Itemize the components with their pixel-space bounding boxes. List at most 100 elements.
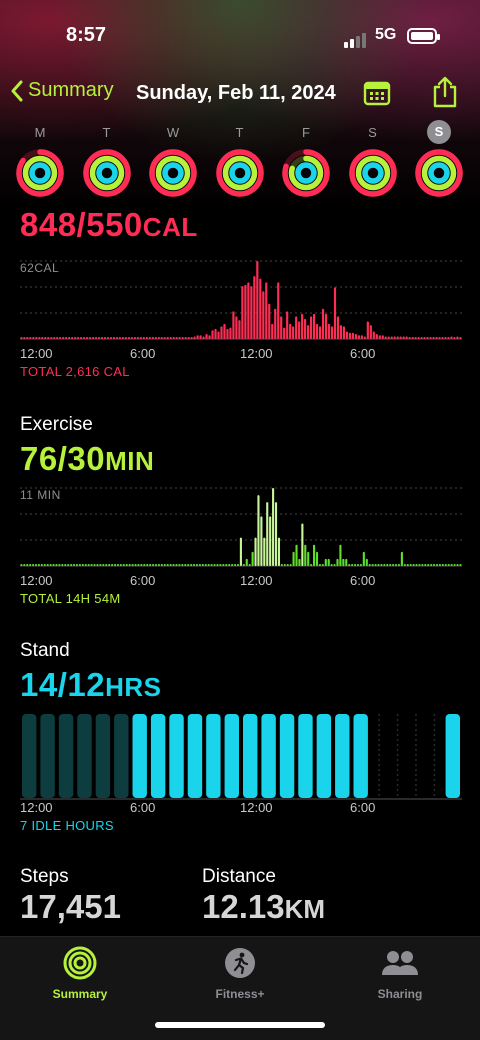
day-label: F [302, 125, 310, 140]
chart-bar [456, 564, 459, 566]
chart-bar [23, 337, 26, 339]
calendar-button[interactable] [363, 79, 391, 112]
chart-bar [37, 564, 40, 566]
chart-bar [59, 337, 62, 339]
tab-sharing[interactable]: Sharing [340, 945, 460, 1001]
page-title: Sunday, Feb 11, 2024 [136, 82, 336, 104]
chart-bar [438, 564, 442, 566]
day-rings-4[interactable]: F [281, 120, 331, 198]
chart-bar [96, 564, 99, 566]
chart-bar [149, 564, 152, 566]
chart-bar [397, 564, 401, 566]
chart-bar [381, 335, 384, 339]
chart-bar [269, 516, 272, 566]
tab-label: Fitness+ [215, 987, 265, 1001]
chart-bar [166, 337, 169, 339]
tab-summary[interactable]: Summary [20, 945, 140, 1001]
chart-bar [304, 544, 307, 566]
chart-bar [196, 335, 199, 339]
chart-bar [315, 551, 319, 566]
chart-bar [453, 337, 456, 339]
chart-bar [438, 337, 441, 339]
chart-bar [172, 337, 175, 339]
chart-bar [77, 337, 80, 339]
chart-bar [262, 291, 265, 339]
chart-bar [351, 564, 354, 566]
chart-bar [220, 326, 223, 339]
chart-bar [145, 337, 148, 339]
chart-bar [222, 564, 225, 566]
move-value-number: 848/550 [20, 206, 143, 243]
chart-bar [223, 323, 226, 339]
chart-bar [178, 564, 181, 566]
chart-bar [67, 564, 70, 566]
chart-bar [214, 328, 217, 339]
share-button[interactable] [432, 76, 458, 113]
chart-bar [49, 564, 52, 566]
chart-bar [84, 564, 87, 566]
day-rings-6[interactable]: S [414, 120, 464, 198]
day-rings-1[interactable]: T [82, 120, 132, 198]
chart-bar [130, 337, 133, 339]
chart-bar [432, 337, 435, 339]
day-rings-5[interactable]: S [348, 120, 398, 198]
chart-bar [232, 311, 235, 339]
chart-bar [304, 318, 307, 339]
stand-bar-idle [58, 714, 74, 798]
chart-bar [435, 564, 439, 566]
tab-fitness-plus[interactable]: Fitness+ [180, 945, 300, 1001]
chart-bar [257, 495, 260, 566]
chart-bar [357, 335, 360, 339]
back-button[interactable]: Summary [10, 79, 114, 102]
day-rings-2[interactable]: W [148, 120, 198, 198]
day-label: T [102, 125, 111, 140]
chart-bar [315, 323, 319, 339]
chart-bar [414, 337, 417, 339]
day-label: S [368, 125, 377, 140]
exercise-title: Exercise [20, 414, 93, 435]
chart-bar [394, 564, 398, 566]
chart-bar [424, 564, 427, 566]
stand-chart-svg [20, 714, 462, 800]
chart-bar [121, 337, 125, 339]
chart-bar [251, 551, 254, 566]
chart-bar [318, 326, 322, 339]
exercise-value: 76/30MIN [20, 440, 462, 478]
day-label: T [235, 125, 244, 140]
chart-bar [256, 261, 259, 339]
chart-bar [444, 564, 447, 566]
chart-bar [435, 337, 438, 339]
stand-bar-idle [114, 714, 129, 798]
chart-bar [375, 333, 378, 339]
chart-bar [444, 337, 447, 339]
chart-bar [131, 564, 134, 566]
chart-bar [111, 564, 114, 566]
chart-bar [271, 323, 274, 339]
chart-bar [447, 337, 450, 339]
chart-bar [80, 337, 83, 339]
chart-bar [301, 313, 304, 339]
day-rings-0[interactable]: M [15, 120, 65, 198]
chart-bar [163, 337, 166, 339]
chart-bar [402, 336, 405, 339]
chart-bar [313, 544, 316, 566]
stand-bar [132, 714, 147, 798]
chart-bar [58, 564, 61, 566]
chart-bar [266, 502, 269, 566]
day-rings-3[interactable]: T [215, 120, 265, 198]
chart-bar [26, 564, 29, 566]
chart-bar [380, 564, 383, 566]
chart-bar [245, 558, 248, 566]
chart-bar [405, 336, 408, 339]
chart-bar [195, 564, 199, 566]
chart-bar [351, 332, 354, 339]
chart-bar [43, 564, 46, 566]
chart-bar [241, 286, 244, 339]
navigation-bar: Summary Sunday, Feb 11, 2024 [0, 76, 480, 112]
week-rings: MTWTFSS [0, 120, 480, 210]
chart-bar [169, 337, 172, 339]
chart-bar [87, 564, 90, 566]
share-icon [433, 76, 457, 108]
chart-bar [295, 544, 298, 566]
chart-bar [226, 328, 229, 339]
